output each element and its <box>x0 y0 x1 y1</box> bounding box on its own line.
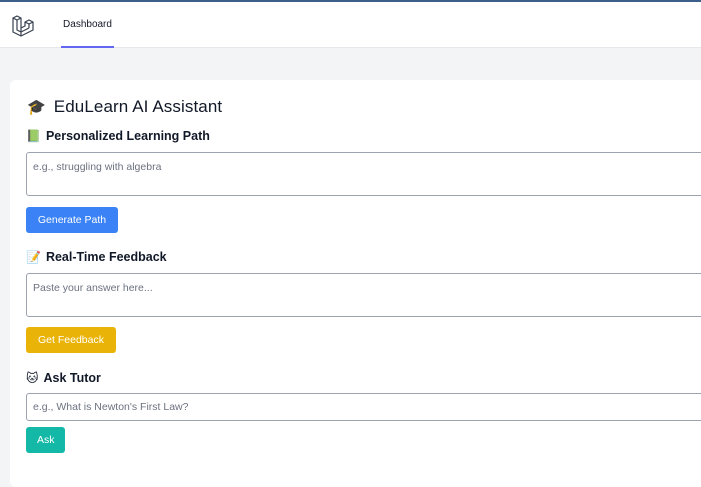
feedback-textarea[interactable] <box>26 273 701 317</box>
feedback-title: Real-Time Feedback <box>45 250 167 264</box>
feedback-heading: 📝 Real-Time Feedback <box>26 250 167 264</box>
tutor-question-input[interactable] <box>26 393 701 421</box>
page-title-text: EduLearn AI Assistant <box>53 97 223 116</box>
navbar: Dashboard <box>0 2 701 48</box>
learning-path-title: Personalized Learning Path <box>45 129 210 143</box>
nav-dashboard-link[interactable]: Dashboard <box>61 2 114 48</box>
page-title: 🎓 EduLearn AI Assistant <box>27 96 222 118</box>
book-icon: 📗 <box>26 129 41 143</box>
get-feedback-button[interactable]: Get Feedback <box>26 327 116 353</box>
ask-button[interactable]: Ask <box>26 427 65 453</box>
learning-path-textarea[interactable] <box>26 152 701 196</box>
generate-path-button[interactable]: Generate Path <box>26 207 118 233</box>
laravel-logo-icon[interactable] <box>11 14 35 38</box>
graduation-cap-icon: 🎓 <box>27 99 46 116</box>
cat-face-icon: 🐱 <box>26 371 39 385</box>
learning-path-heading: 📗 Personalized Learning Path <box>26 129 210 143</box>
tutor-title: Ask Tutor <box>43 371 101 385</box>
tutor-heading: 🐱 Ask Tutor <box>26 371 101 385</box>
memo-icon: 📝 <box>26 250 41 264</box>
assistant-card: 🎓 EduLearn AI Assistant 📗 Personalized L… <box>10 80 701 487</box>
